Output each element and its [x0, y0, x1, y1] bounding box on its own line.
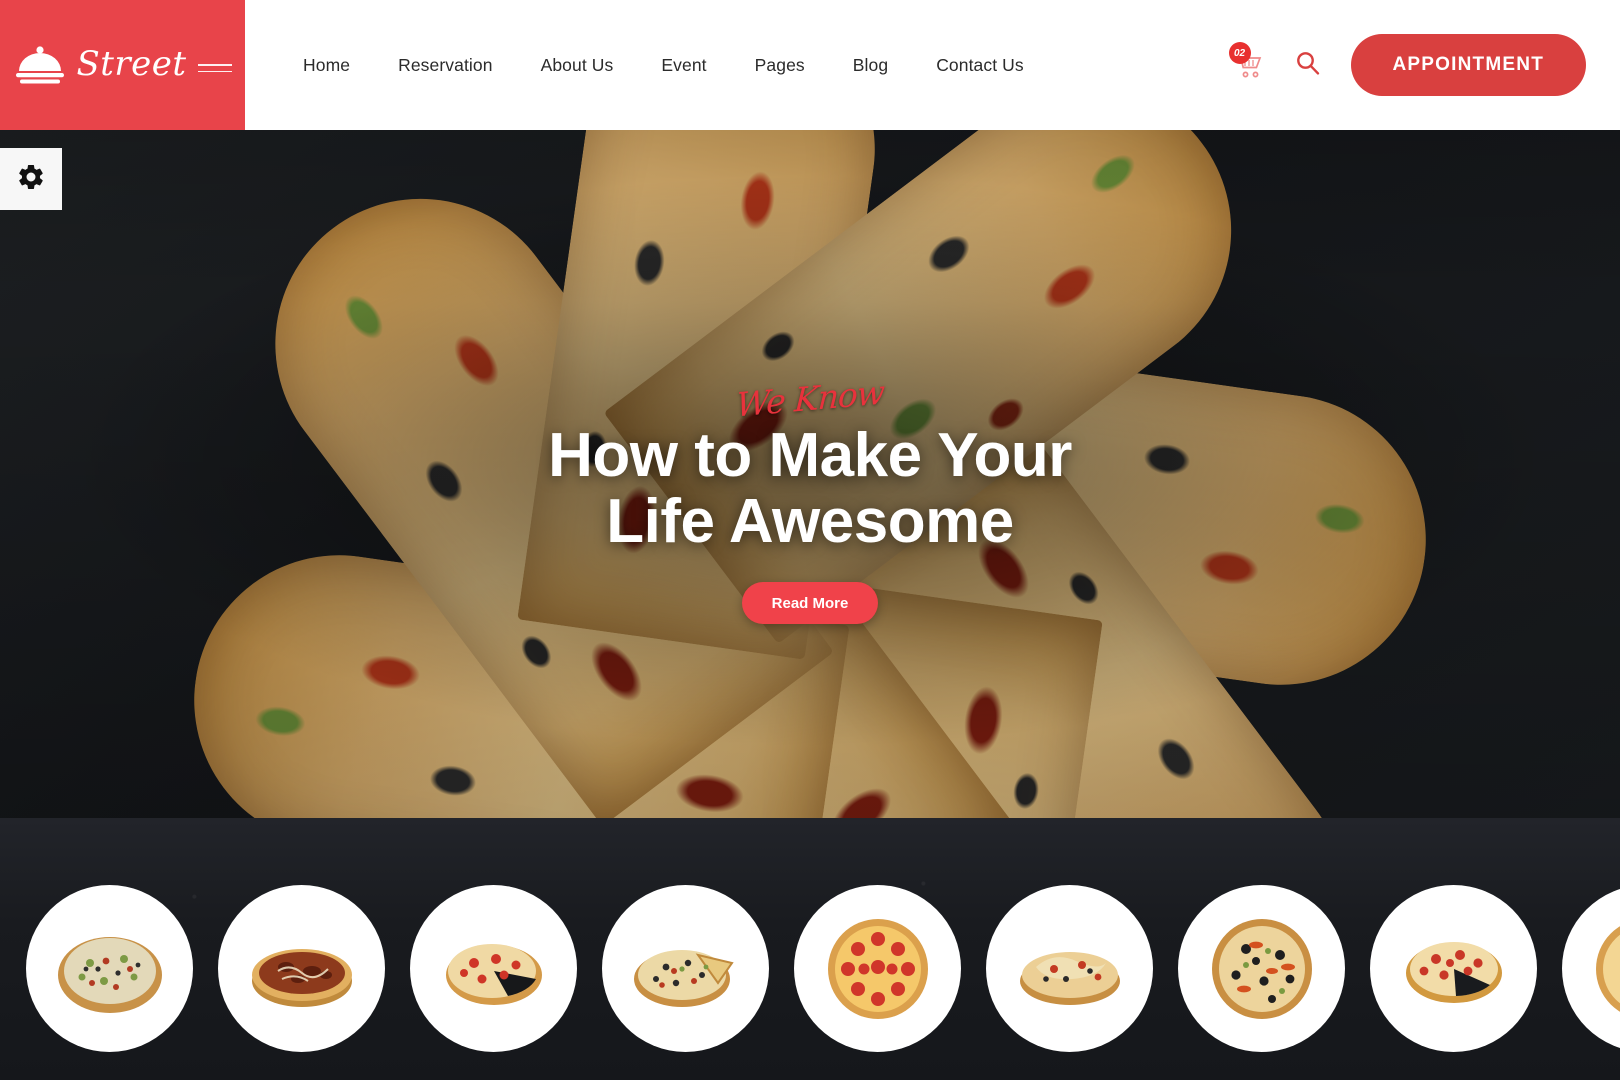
hero-title-line-2: Life Awesome — [606, 486, 1014, 556]
gear-icon — [16, 162, 46, 197]
pizza-thumbnail-classic-pepperoni[interactable] — [794, 885, 961, 1052]
pizza-thumbnail-tomato-mozzarella[interactable] — [1370, 885, 1537, 1052]
logo[interactable]: Street — [0, 0, 245, 130]
logo-lines-icon — [197, 63, 232, 73]
hero-content: We Know How to Make Your Life Awesome Re… — [0, 130, 1620, 820]
read-more-button[interactable]: Read More — [741, 582, 879, 625]
cart-badge: 02 — [1228, 42, 1251, 64]
nav-item-pages[interactable]: Pages — [731, 55, 829, 76]
nav-item-event[interactable]: Event — [637, 55, 730, 76]
hero-section: We Know How to Make Your Life Awesome Re… — [0, 130, 1620, 820]
pizza-carousel — [0, 818, 1620, 1080]
search-button[interactable] — [1287, 44, 1329, 86]
pizza-thumbnail-meat-lovers[interactable] — [218, 885, 385, 1052]
nav-item-blog[interactable]: Blog — [829, 55, 912, 76]
cloche-icon — [13, 44, 67, 86]
hero-title: How to Make Your Life Awesome — [548, 423, 1072, 554]
nav-item-reservation[interactable]: Reservation — [374, 55, 516, 76]
appointment-button[interactable]: APPOINTMENT — [1350, 34, 1586, 96]
cart-button[interactable]: 02 — [1225, 42, 1271, 88]
nav-item-contact-us[interactable]: Contact Us — [912, 55, 1048, 76]
pizza-thumbnail-cheese-pull[interactable] — [986, 885, 1153, 1052]
hero-script-text: We Know — [735, 372, 885, 425]
logo-text: Street — [76, 44, 187, 84]
hero-title-line-1: How to Make Your — [548, 421, 1072, 490]
pizza-thumbnail-olive-veggie[interactable] — [1178, 885, 1345, 1052]
pizza-thumbnail-supreme-slice[interactable] — [602, 885, 769, 1052]
site-header: Street Home Reservation About Us Event P… — [0, 0, 1620, 130]
pizza-thumbnail-row — [26, 885, 1620, 1052]
nav-item-home[interactable]: Home — [279, 55, 374, 76]
search-icon — [1295, 50, 1321, 81]
pizza-thumbnail-pepperoni-slice[interactable] — [410, 885, 577, 1052]
nav-item-about-us[interactable]: About Us — [517, 55, 638, 76]
settings-button[interactable] — [0, 148, 62, 210]
main-navigation: Home Reservation About Us Event Pages Bl… — [245, 0, 1225, 130]
pizza-thumbnail-margherita[interactable] — [1562, 885, 1620, 1052]
header-actions: 02 APPOINTMENT — [1225, 0, 1620, 130]
pizza-thumbnail-veggie-supreme[interactable] — [26, 885, 193, 1052]
